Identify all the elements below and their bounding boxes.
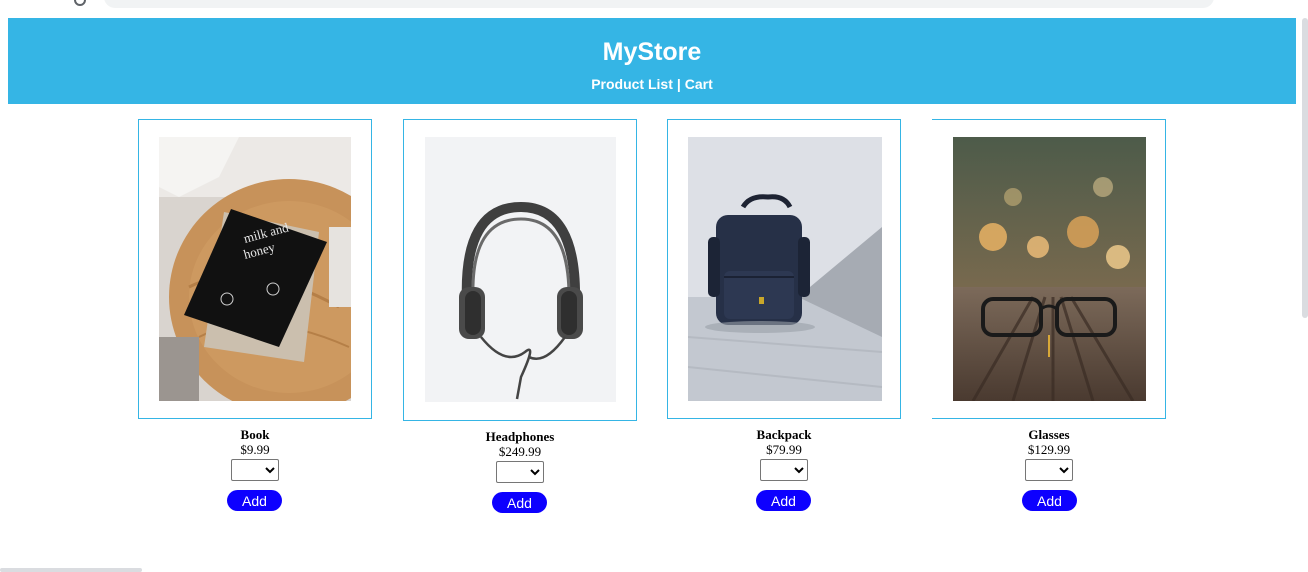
product-card-backpack: Backpack $79.99 Add [667,119,901,519]
book-photo[interactable]: milk and honey [159,137,351,401]
add-to-cart-button[interactable]: Add [756,490,811,511]
quantity-select[interactable] [231,459,279,481]
reload-icon[interactable] [74,0,86,6]
add-to-cart-button[interactable]: Add [1022,490,1077,511]
product-price: $129.99 [1027,442,1071,457]
product-card-book: milk and honey Book $9.99 Add [138,119,372,519]
product-card-glasses: Glasses $129.99 Add [932,119,1166,519]
product-price: $249.99 [498,444,542,459]
quantity-select[interactable] [496,461,544,483]
main-nav: Product List | Cart [8,76,1296,92]
add-to-cart-button[interactable]: Add [227,490,282,511]
add-to-cart-button[interactable]: Add [492,492,547,513]
browser-toolbar [0,0,1308,10]
site-header: MyStore Product List | Cart [8,18,1296,104]
product-name: Backpack [756,427,812,442]
product-name: Glasses [1028,427,1070,442]
nav-product-list-link[interactable]: Product List [591,76,673,92]
backpack-photo[interactable] [688,137,882,401]
product-card-headphones: Headphones $249.99 Add [403,119,637,519]
horizontal-scrollbar[interactable] [0,568,142,572]
quantity-select[interactable] [760,459,808,481]
vertical-scrollbar[interactable] [1302,18,1308,318]
nav-cart-link[interactable]: Cart [685,76,713,92]
product-name: Book [240,427,270,442]
glasses-photo[interactable] [953,137,1146,401]
quantity-select[interactable] [1025,459,1073,481]
product-price: $9.99 [240,442,270,457]
address-bar[interactable] [104,0,1214,8]
product-name: Headphones [485,429,555,444]
headphones-photo[interactable] [425,137,616,402]
product-price: $79.99 [766,442,802,457]
store-title: MyStore [602,38,702,66]
nav-separator: | [676,76,681,92]
